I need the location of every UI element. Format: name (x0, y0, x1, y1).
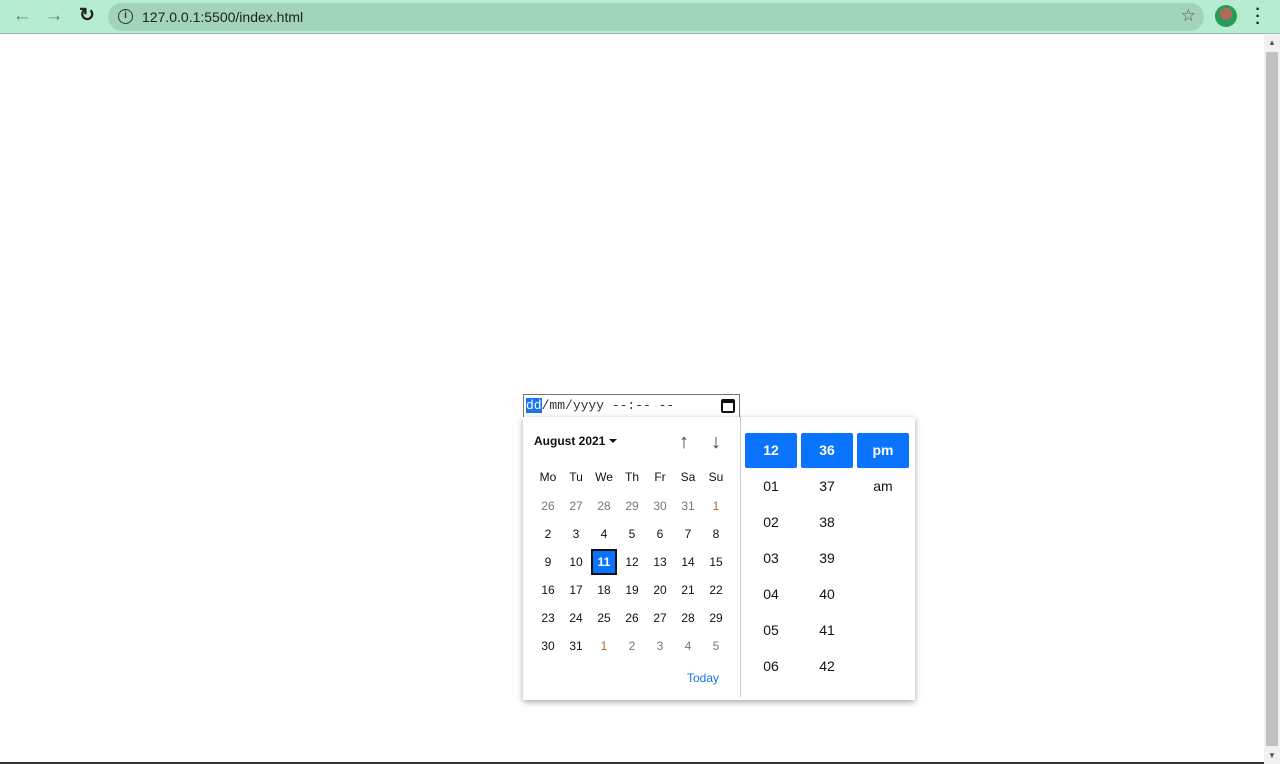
calendar-day[interactable]: 16 (535, 577, 561, 603)
calendar-day[interactable]: 3 (563, 521, 589, 547)
weekday-header: Th (624, 470, 639, 484)
calendar-icon[interactable] (721, 399, 735, 413)
minute-option[interactable]: 41 (801, 613, 853, 648)
calendar-day[interactable]: 25 (591, 605, 617, 631)
calendar-day[interactable]: 5 (619, 521, 645, 547)
bookmark-star-icon[interactable]: ☆ (1181, 6, 1196, 26)
hour-option[interactable]: 03 (745, 541, 797, 576)
hour-option[interactable]: 12 (745, 433, 797, 468)
calendar-day[interactable]: 27 (647, 605, 673, 631)
minute-option[interactable]: 38 (801, 505, 853, 540)
calendar-day[interactable]: 28 (675, 605, 701, 631)
weekday-header: Fr (654, 470, 666, 484)
forward-icon[interactable]: → (42, 5, 66, 29)
calendar-day[interactable]: 10 (563, 549, 589, 575)
scrollbar-thumb[interactable] (1266, 52, 1278, 746)
input-rest: /mm/yyyy --:-- -- (541, 398, 675, 413)
calendar-day[interactable]: 30 (647, 493, 673, 519)
hour-option[interactable]: 06 (745, 649, 797, 684)
calendar-day[interactable]: 9 (535, 549, 561, 575)
calendar-day[interactable]: 4 (675, 633, 701, 659)
calendar-day[interactable]: 22 (703, 577, 729, 603)
datetime-input[interactable]: dd/mm/yyyy --:-- -- (523, 394, 740, 418)
calendar-day[interactable]: 26 (619, 605, 645, 631)
calendar-day[interactable]: 29 (703, 605, 729, 631)
browser-toolbar: ← → ↻ i 127.0.0.1:5500/index.html ☆ · · · (0, 0, 1280, 34)
ampm-option[interactable]: am (857, 469, 909, 504)
calendar-day[interactable]: 31 (675, 493, 701, 519)
scroll-up-icon[interactable]: ▲ (1264, 35, 1280, 51)
previous-month-arrow-icon[interactable]: ↑ (673, 431, 695, 454)
calendar-day[interactable]: 29 (619, 493, 645, 519)
weekday-header: Mo (539, 470, 557, 484)
calendar-day[interactable]: 17 (563, 577, 589, 603)
calendar-day[interactable]: 18 (591, 577, 617, 603)
calendar-day[interactable]: 5 (703, 633, 729, 659)
scroll-down-icon[interactable]: ▼ (1264, 748, 1280, 764)
minute-option[interactable]: 42 (801, 649, 853, 684)
calendar-day[interactable]: 28 (591, 493, 617, 519)
divider (740, 417, 741, 697)
calendar-day[interactable]: 8 (703, 521, 729, 547)
calendar-day[interactable]: 15 (703, 549, 729, 575)
hour-option[interactable]: 02 (745, 505, 797, 540)
ampm-option[interactable]: pm (857, 433, 909, 468)
scrollbar[interactable]: ▲ ▼ (1264, 35, 1280, 764)
calendar-day[interactable]: 14 (675, 549, 701, 575)
address-bar[interactable]: i 127.0.0.1:5500/index.html ☆ (108, 3, 1204, 31)
month-year-dropdown[interactable]: August 2021 (534, 434, 617, 448)
back-icon[interactable]: ← (10, 5, 34, 29)
minute-option[interactable]: 39 (801, 541, 853, 576)
calendar-day[interactable]: 2 (619, 633, 645, 659)
calendar-day[interactable]: 3 (647, 633, 673, 659)
calendar-day[interactable]: 13 (647, 549, 673, 575)
next-month-arrow-icon[interactable]: ↓ (705, 431, 727, 454)
weekday-header: Sa (680, 470, 696, 484)
day-segment[interactable]: dd (526, 398, 542, 413)
calendar-day[interactable]: 6 (647, 521, 673, 547)
calendar-day[interactable]: 12 (619, 549, 645, 575)
selected-day[interactable]: 11 (591, 549, 617, 575)
calendar-day[interactable]: 24 (563, 605, 589, 631)
calendar-day[interactable]: 19 (619, 577, 645, 603)
weekday-header: We (595, 470, 613, 484)
calendar-day[interactable]: 7 (675, 521, 701, 547)
hour-option[interactable]: 04 (745, 577, 797, 612)
datetime-picker-popup: August 2021 ↑ ↓ Mo Tu We Th Fr Sa Su 26 27 28 29 30… (523, 417, 915, 700)
minute-option[interactable]: 40 (801, 577, 853, 612)
calendar-day[interactable]: 30 (535, 633, 561, 659)
info-icon[interactable]: i (118, 9, 133, 24)
calendar-day[interactable]: 26 (535, 493, 561, 519)
minute-option[interactable]: 36 (801, 433, 853, 468)
reload-icon[interactable]: ↻ (75, 5, 99, 29)
calendar-day[interactable]: 1 (591, 633, 617, 659)
calendar-day[interactable]: 20 (647, 577, 673, 603)
calendar-day[interactable]: 4 (591, 521, 617, 547)
minute-option[interactable]: 37 (801, 469, 853, 504)
weekday-header: Tu (569, 470, 583, 484)
hour-option[interactable]: 01 (745, 469, 797, 504)
hour-option[interactable]: 05 (745, 613, 797, 648)
calendar-day[interactable]: 23 (535, 605, 561, 631)
menu-icon[interactable]: · · · (1252, 2, 1264, 32)
profile-avatar[interactable] (1215, 5, 1237, 27)
today-button[interactable]: Today (687, 671, 719, 685)
url-text[interactable]: 127.0.0.1:5500/index.html (142, 9, 303, 25)
calendar-day[interactable]: 21 (675, 577, 701, 603)
calendar-day[interactable]: 1 (703, 493, 729, 519)
calendar-day[interactable]: 31 (563, 633, 589, 659)
calendar-day[interactable]: 27 (563, 493, 589, 519)
weekday-header: Su (708, 470, 724, 484)
calendar-day[interactable]: 2 (535, 521, 561, 547)
